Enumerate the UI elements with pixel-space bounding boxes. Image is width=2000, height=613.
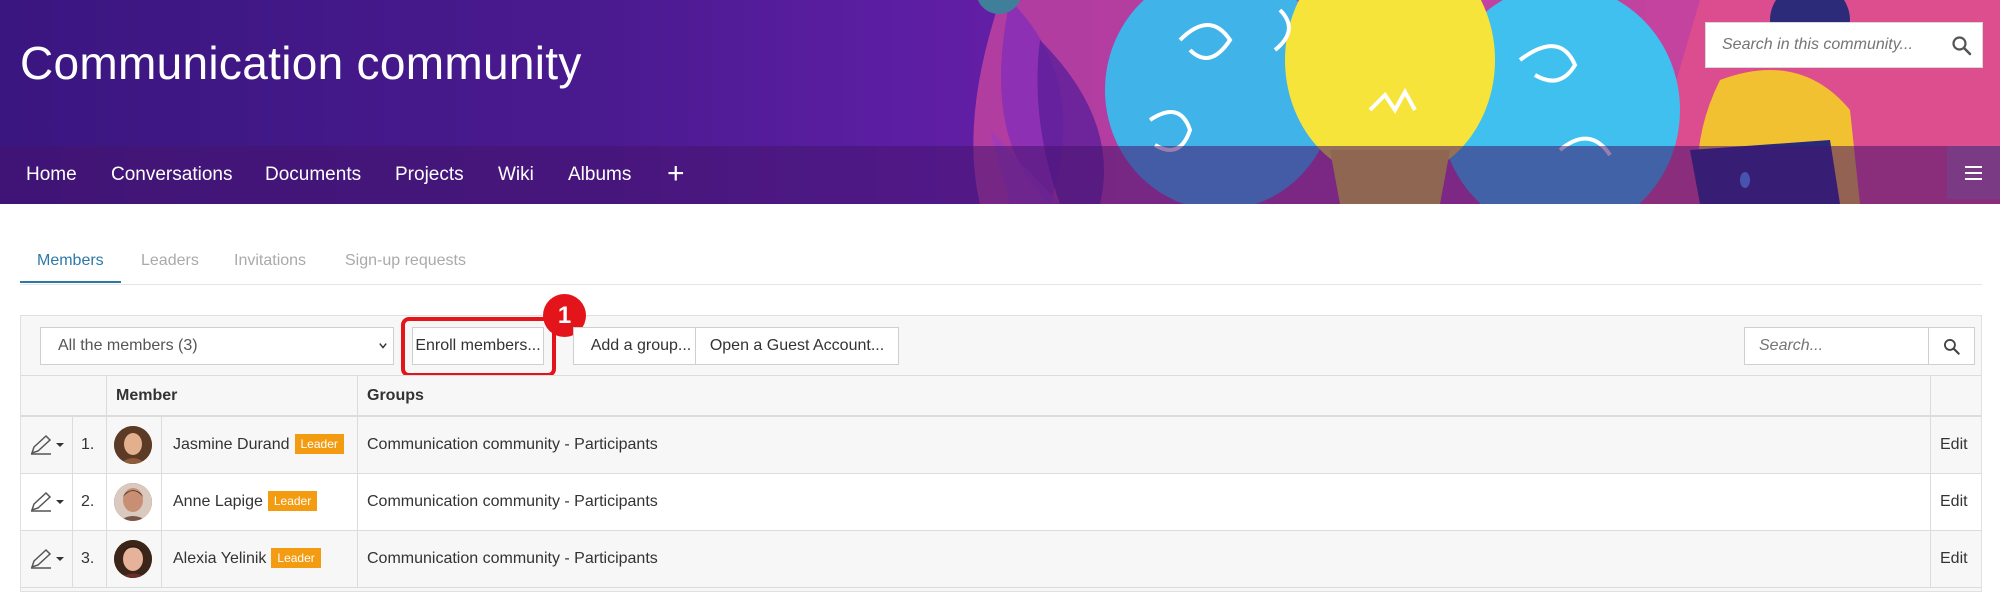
member-name-link[interactable]: Anne Lapige xyxy=(173,493,263,510)
row-index: 1. xyxy=(81,436,95,453)
avatar xyxy=(114,540,152,578)
member-search-button[interactable] xyxy=(1929,327,1975,365)
edit-tools-dropdown[interactable] xyxy=(29,491,65,513)
community-nav-bar: Home Conversations Documents Projects Wi… xyxy=(0,146,2000,204)
hamburger-menu-icon[interactable] xyxy=(1947,146,2000,199)
highlight-frame xyxy=(401,317,556,377)
avatar xyxy=(114,426,152,464)
column-header-groups: Groups xyxy=(367,387,424,404)
nav-projects[interactable]: Projects xyxy=(395,146,464,204)
community-search-box[interactable] xyxy=(1705,22,1983,68)
edit-link[interactable]: Edit xyxy=(1940,474,1968,530)
column-header-member: Member xyxy=(116,387,178,404)
row-index: 2. xyxy=(81,493,95,510)
member-name-link[interactable]: Jasmine Durand xyxy=(173,436,290,453)
nav-add-tool-button[interactable]: + xyxy=(667,146,685,204)
group-cell: Communication community - Participants xyxy=(367,550,658,567)
community-banner: Communication community Home Conversatio… xyxy=(0,0,2000,204)
search-icon[interactable] xyxy=(1950,34,1974,58)
tab-leaders[interactable]: Leaders xyxy=(124,240,216,283)
leader-badge: Leader xyxy=(294,433,344,454)
member-name-cell: Jasmine Durand Leader xyxy=(173,417,344,473)
member-search-box[interactable] xyxy=(1744,327,1929,365)
leader-badge: Leader xyxy=(267,490,318,511)
community-title: Communication community xyxy=(20,37,582,89)
table-row: 1. Jasmine Durand Leader Communication co… xyxy=(21,417,1981,474)
edit-link[interactable]: Edit xyxy=(1940,531,1968,587)
nav-wiki[interactable]: Wiki xyxy=(498,146,534,204)
member-name-cell: Alexia Yelinik Leader xyxy=(173,531,321,587)
members-panel: All the members (3) Enroll members... 1 … xyxy=(20,294,1982,592)
tab-members[interactable]: Members xyxy=(20,240,121,283)
row-index: 3. xyxy=(81,550,95,567)
nav-home[interactable]: Home xyxy=(26,146,77,204)
members-toolbar: All the members (3) Enroll members... 1 … xyxy=(21,294,1981,377)
chevron-down-icon xyxy=(379,343,387,349)
nav-documents[interactable]: Documents xyxy=(265,146,361,204)
tab-invitations[interactable]: Invitations xyxy=(217,240,323,283)
member-name-cell: Anne Lapige Leader xyxy=(173,474,318,530)
member-search-input[interactable] xyxy=(1745,328,1929,364)
search-icon xyxy=(1944,339,1960,355)
nav-albums[interactable]: Albums xyxy=(568,146,631,204)
table-header: Member Groups xyxy=(21,375,1981,417)
member-filter-value: All the members (3) xyxy=(58,337,198,354)
edit-link[interactable]: Edit xyxy=(1940,417,1968,473)
group-cell: Communication community - Participants xyxy=(367,493,658,510)
edit-tools-dropdown[interactable] xyxy=(29,434,65,456)
member-name-link[interactable]: Alexia Yelinik xyxy=(173,550,266,567)
open-guest-account-button[interactable]: Open a Guest Account... xyxy=(695,327,899,365)
group-cell: Communication community - Participants xyxy=(367,436,658,453)
members-tabs: Members Leaders Invitations Sign-up requ… xyxy=(20,240,1982,285)
table-row: 3. Alexia Yelinik Leader Communication co… xyxy=(21,531,1981,588)
leader-badge: Leader xyxy=(271,547,321,568)
community-search-input[interactable] xyxy=(1706,23,1947,67)
nav-conversations[interactable]: Conversations xyxy=(111,146,232,204)
tab-sign-up-requests[interactable]: Sign-up requests xyxy=(328,240,483,283)
edit-tools-dropdown[interactable] xyxy=(29,548,65,570)
avatar xyxy=(114,483,152,521)
table-row: 2. Anne Lapige Leader Communication commu… xyxy=(21,474,1981,531)
add-group-button[interactable]: Add a group... xyxy=(573,327,709,365)
member-filter-select[interactable]: All the members (3) xyxy=(40,327,394,365)
